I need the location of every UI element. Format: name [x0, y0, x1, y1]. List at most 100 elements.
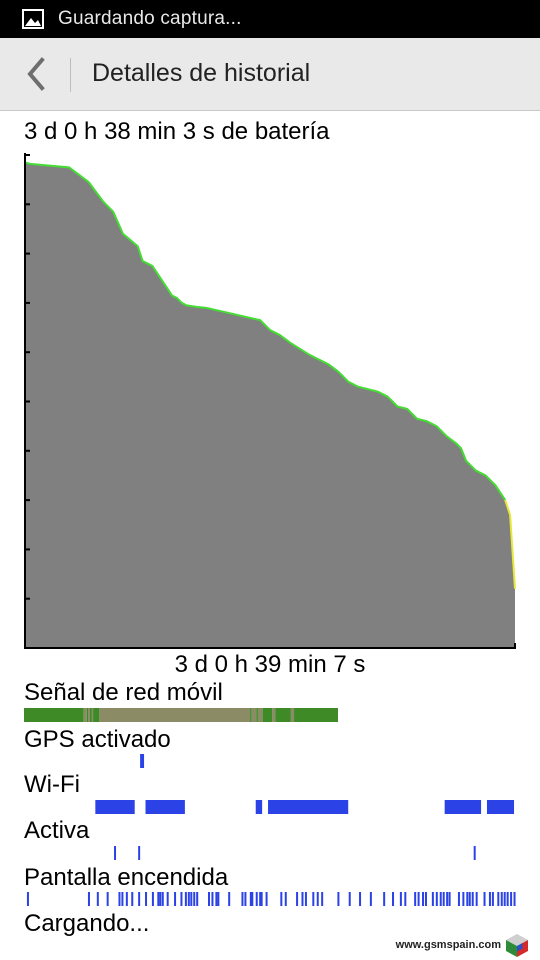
- track-tick: [138, 846, 141, 860]
- signal-segment: [86, 708, 89, 722]
- track-tick: [348, 892, 351, 906]
- track-tick: [321, 892, 324, 906]
- signal-segment: [275, 708, 291, 722]
- track-tick: [503, 892, 506, 906]
- track-tick: [151, 892, 154, 906]
- track-tick: [280, 892, 283, 906]
- signal-segment: [257, 708, 263, 722]
- track-label-charging: Cargando...: [24, 910, 150, 937]
- watermark: www.gsmspain.com: [396, 932, 530, 958]
- track-tick: [510, 892, 513, 906]
- track-tick: [312, 892, 315, 906]
- track-tick: [138, 892, 141, 906]
- track-tick: [513, 892, 516, 906]
- track-tick: [125, 892, 128, 906]
- watermark-text: www.gsmspain.com: [395, 939, 501, 951]
- track-tick: [316, 892, 319, 906]
- track-tick: [497, 892, 500, 906]
- signal-segment: [83, 708, 87, 722]
- signal-segment: [251, 708, 257, 722]
- track-tick: [500, 892, 503, 906]
- track-tick: [462, 892, 465, 906]
- signal-segment: [290, 708, 295, 722]
- signal-segment: [294, 708, 338, 722]
- signal-segment: [89, 708, 92, 722]
- track-tick: [215, 892, 218, 906]
- track-tick: [473, 846, 476, 860]
- track-tick: [244, 892, 247, 906]
- track-tick: [114, 846, 117, 860]
- track-tick: [304, 892, 307, 906]
- track-tick: [359, 892, 362, 906]
- track-bar: [444, 800, 482, 814]
- signal-segment: [250, 708, 252, 722]
- cube-logo-icon: [506, 934, 528, 957]
- track-tick: [422, 892, 425, 906]
- track-bar: [268, 800, 349, 814]
- track-tick: [399, 892, 402, 906]
- signal-segment: [99, 708, 251, 722]
- track-tick: [159, 892, 162, 906]
- track-tick: [491, 892, 494, 906]
- track-tick: [217, 892, 220, 906]
- back-button[interactable]: [14, 52, 58, 96]
- track-tick: [296, 892, 299, 906]
- page-title: Detalles de historial: [92, 59, 311, 87]
- track-tick: [448, 892, 451, 906]
- signal-segment: [272, 708, 276, 722]
- track-tick: [174, 892, 177, 906]
- track-tick: [208, 892, 211, 906]
- track-tick: [187, 892, 190, 906]
- track-tick: [166, 892, 169, 906]
- track-tick: [145, 892, 148, 906]
- track-tick: [439, 892, 442, 906]
- track-tick: [446, 892, 449, 906]
- track-bar: [486, 800, 515, 814]
- track-tick: [211, 892, 214, 906]
- track-label-mobile-signal: Señal de red móvil: [24, 679, 223, 706]
- track-tick: [265, 892, 268, 906]
- track-tick: [471, 892, 474, 906]
- signal-segment: [91, 708, 94, 722]
- track-tick: [468, 892, 471, 906]
- status-bar: Guardando captura...: [0, 0, 540, 38]
- track-tick: [383, 892, 386, 906]
- track-tick: [369, 892, 372, 906]
- track-bar: [255, 800, 263, 814]
- battery-area: [25, 162, 515, 648]
- signal-segment: [88, 708, 90, 722]
- track-tick: [180, 892, 183, 906]
- track-tick: [228, 892, 231, 906]
- signal-segment: [24, 708, 84, 722]
- track-tick: [466, 892, 469, 906]
- track-tick: [26, 892, 29, 906]
- track-bar: [95, 800, 135, 814]
- signal-segment: [262, 708, 273, 722]
- track-tick: [475, 892, 478, 906]
- battery-duration: 3 d 0 h 38 min 3 s de batería: [24, 118, 330, 145]
- track-tick: [506, 892, 509, 906]
- signal-segment: [256, 708, 258, 722]
- track-tick: [121, 892, 124, 906]
- track-tick: [157, 892, 160, 906]
- action-bar-divider: [70, 58, 71, 92]
- chevron-left-icon: [27, 57, 45, 91]
- track-tick: [131, 892, 134, 906]
- battery-chart: [24, 153, 516, 649]
- track-tick: [249, 892, 252, 906]
- track-tick: [251, 892, 254, 906]
- time-axis-label: 3 d 0 h 39 min 7 s: [174, 651, 366, 678]
- track-bar: [140, 754, 145, 768]
- track-tick: [260, 892, 263, 906]
- image-icon: [22, 9, 44, 29]
- track-tick: [431, 892, 434, 906]
- track-tick: [414, 892, 417, 906]
- track-tick: [392, 892, 395, 906]
- track-tick: [424, 892, 427, 906]
- track-tick: [190, 892, 193, 906]
- track-tick: [87, 892, 90, 906]
- track-tick: [301, 892, 304, 906]
- track-bar: [145, 800, 185, 814]
- track-tick: [106, 892, 109, 906]
- action-bar: Detalles de historial: [0, 38, 540, 111]
